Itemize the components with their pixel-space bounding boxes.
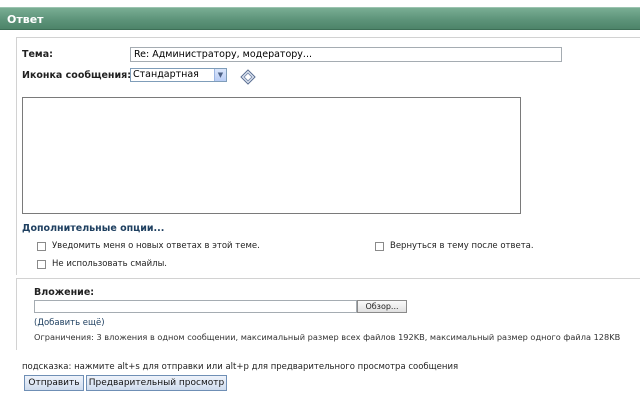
preview-button[interactable]: Предварительный просмотр bbox=[86, 375, 227, 391]
file-input[interactable] bbox=[34, 300, 357, 313]
add-more-link[interactable]: (Добавить ещё) bbox=[34, 318, 105, 328]
attachment-limits: Ограничения: 3 вложения в одном сообщени… bbox=[34, 332, 621, 342]
return-label: Вернуться в тему после ответа. bbox=[390, 241, 534, 251]
form-header: Ответ bbox=[0, 7, 640, 30]
subject-input[interactable]: Re: Администратору, модератору... bbox=[130, 47, 562, 62]
diamond-icon bbox=[240, 69, 256, 85]
no-smilies-label: Не использовать смайлы. bbox=[52, 259, 167, 269]
notify-checkbox[interactable] bbox=[37, 242, 46, 251]
submit-button[interactable]: Отправить bbox=[24, 375, 84, 391]
chevron-down-icon[interactable]: ▼ bbox=[214, 69, 226, 81]
icon-select-value: Стандартная bbox=[133, 69, 199, 80]
attachment-label: Вложение: bbox=[34, 287, 95, 298]
icon-select[interactable]: Стандартная ▼ bbox=[130, 68, 227, 82]
message-textarea[interactable] bbox=[22, 97, 521, 214]
return-checkbox[interactable] bbox=[375, 242, 384, 251]
keyboard-hint: подсказка: нажмите alt+s для отправки ил… bbox=[22, 362, 459, 372]
no-smilies-checkbox[interactable] bbox=[37, 260, 46, 269]
options-title[interactable]: Дополнительные опции... bbox=[22, 223, 164, 234]
form-title: Ответ bbox=[7, 13, 44, 26]
browse-button[interactable]: Обзор... bbox=[357, 300, 407, 313]
icon-label: Иконка сообщения: bbox=[22, 70, 132, 81]
notify-label: Уведомить меня о новых ответах в этой те… bbox=[52, 241, 260, 251]
subject-label: Тема: bbox=[22, 49, 53, 60]
